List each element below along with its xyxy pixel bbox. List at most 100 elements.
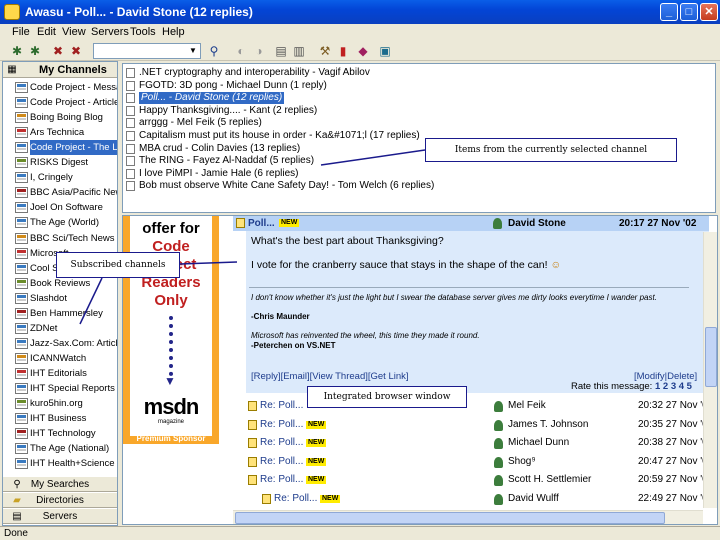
channel-item[interactable]: IHT Technology	[3, 426, 117, 441]
message-icon	[248, 456, 257, 467]
reply-author[interactable]: James T. Johnson	[508, 416, 588, 434]
channel-item[interactable]: I, Cringely	[3, 170, 117, 185]
message-icon	[262, 494, 271, 504]
book-icon[interactable]: ◆	[356, 44, 370, 58]
unsubscribe-icon[interactable]: ✖	[51, 44, 65, 58]
close-button[interactable]: ✕	[700, 3, 718, 21]
channel-item[interactable]: Boing Boing Blog	[3, 110, 117, 125]
channel-item[interactable]: RISKS Digest	[3, 155, 117, 170]
menu-edit[interactable]: Edit	[37, 26, 56, 38]
back-icon[interactable]: ◐	[234, 44, 248, 58]
reply-author[interactable]: Mel Feik	[508, 397, 546, 415]
vertical-scroll-thumb[interactable]	[705, 327, 717, 387]
search-icon[interactable]: ⚲	[207, 44, 221, 58]
channel-item[interactable]: Slashdot	[3, 291, 117, 306]
ad-line-only: Only	[154, 292, 188, 309]
channel-panel-header: ▦ My Channels	[3, 62, 117, 78]
channel-item[interactable]: Jazz-Sax.Com: Articles	[3, 336, 117, 351]
menu-help[interactable]: Help	[162, 26, 185, 38]
my-searches-button[interactable]: ⚲ My Searches	[3, 476, 117, 492]
reply-row[interactable]: Re: Poll... NEW Scott H. Settlemier 20:59 2…	[246, 471, 713, 489]
exit-icon[interactable]: ▣	[378, 44, 392, 58]
channel-item[interactable]: IHT Health+Science	[3, 456, 117, 471]
post-question: What's the best part about Thanksgiving?	[251, 235, 444, 247]
channel-label: BBC Asia/Pacific News	[30, 187, 117, 199]
channel-feed-icon	[15, 322, 28, 334]
callout-items: Items from the currently selected channe…	[425, 138, 677, 162]
delete-channel-icon[interactable]: ✖	[69, 44, 83, 58]
window-title: Awasu - Poll... - David Stone (12 replie…	[25, 5, 253, 19]
reply-subject[interactable]: Re: Poll...	[260, 434, 303, 452]
servers-button[interactable]: ▤ Servers	[3, 508, 117, 524]
ad-banner[interactable]: offer for Code Project Readers Only ▼ ms…	[123, 216, 219, 444]
channel-item[interactable]: ICANNWatch	[3, 351, 117, 366]
rate-line: Rate this message: 1 2 3 4 5	[571, 381, 692, 392]
channel-item[interactable]: The Age (World)	[3, 215, 117, 230]
message-icon	[248, 475, 257, 486]
maximize-button[interactable]: □	[680, 3, 698, 21]
reply-row[interactable]: Re: Poll... NEW James T. Johnson 20:35 27 N…	[246, 416, 713, 434]
reply-subject[interactable]: Re: Poll...	[274, 490, 317, 508]
channel-feed-icon	[15, 398, 28, 410]
reply-author[interactable]: Scott H. Settlemier	[508, 471, 591, 489]
reply-row[interactable]: Re: Poll... NEW Shog⁹ 20:47 27 Nov '02	[246, 453, 713, 471]
post-body: What's the best part about Thanksgiving?…	[246, 231, 709, 393]
channel-item[interactable]: Ars Technica	[3, 125, 117, 140]
reply-author[interactable]: Shog⁹	[508, 453, 536, 471]
horizontal-scrollbar[interactable]	[233, 510, 703, 524]
document-icon	[126, 131, 135, 141]
message-icon	[248, 419, 257, 430]
channel-item[interactable]: The Age (National)	[3, 441, 117, 456]
tools-icon[interactable]: ⚒	[318, 44, 332, 58]
channel-item[interactable]: kuro5hin.org	[3, 396, 117, 411]
status-bar: Done	[0, 526, 720, 540]
new-channel-icon[interactable]: ✱	[10, 44, 24, 58]
menu-tools[interactable]: Tools	[130, 26, 156, 38]
channel-feed-icon	[15, 383, 28, 394]
reply-subject[interactable]: Re: Poll...	[260, 453, 303, 471]
forward-icon[interactable]: ◑	[252, 44, 266, 58]
vertical-scrollbar[interactable]	[703, 232, 717, 508]
reply-author[interactable]: Michael Dunn	[508, 434, 569, 452]
channel-item[interactable]: IHT Editorials	[3, 366, 117, 381]
horizontal-scroll-thumb[interactable]	[235, 512, 665, 524]
reply-subject[interactable]: Re: Poll...	[260, 416, 303, 434]
channel-item[interactable]: IHT Special Reports	[3, 381, 117, 396]
post-author[interactable]: David Stone	[508, 216, 566, 231]
reply-row[interactable]: Re: Poll... NEW Michael Dunn 20:38 27 Nov '…	[246, 434, 713, 452]
subscribe-icon[interactable]: ✱	[28, 44, 42, 58]
reply-subject[interactable]: Re: Poll...	[260, 471, 303, 489]
channel-label: Jazz-Sax.Com: Articles	[30, 337, 117, 349]
channel-item[interactable]: IHT Business	[3, 411, 117, 426]
channel-item[interactable]: BBC Asia/Pacific News	[3, 185, 117, 200]
alert-icon[interactable]: ▮	[336, 44, 350, 58]
menu-view[interactable]: View	[62, 26, 86, 38]
channel-item[interactable]: Joel On Software	[3, 200, 117, 215]
menu-bar: File Edit View Servers Tools Help	[0, 24, 720, 41]
channel-item[interactable]: ZDNet	[3, 321, 117, 336]
channel-combo[interactable]: ▼	[93, 43, 201, 59]
post-action-links[interactable]: [Reply][Email][View Thread][Get Link]	[251, 371, 409, 382]
channel-item[interactable]: Code Project - Articles	[3, 95, 117, 110]
channel-label: The Age (World)	[30, 217, 99, 229]
ad-brand-logo: msdn	[143, 394, 200, 419]
post-subject[interactable]: Poll...	[248, 216, 275, 231]
print-icon[interactable]: ▤	[274, 44, 288, 58]
reply-author[interactable]: David Wulff	[508, 490, 559, 508]
minimize-button[interactable]: _	[660, 3, 678, 21]
person-icon	[494, 494, 503, 505]
rate-values[interactable]: 1 2 3 4 5	[655, 381, 692, 392]
reply-row[interactable]: Re: Poll... NEW David Wulff 22:49 27 Nov '0…	[246, 490, 713, 508]
channel-item[interactable]: Ben Hammersley	[3, 306, 117, 321]
chevron-down-icon[interactable]: ▼	[187, 45, 199, 57]
print-preview-icon[interactable]: ▥	[292, 44, 306, 58]
menu-file[interactable]: File	[12, 26, 30, 38]
channel-item[interactable]: Code Project - The Loun	[3, 140, 117, 156]
channel-item[interactable]: Code Project - Message	[3, 80, 117, 95]
channel-item[interactable]: BBC Sci/Tech News	[3, 231, 117, 246]
menu-servers[interactable]: Servers	[91, 26, 129, 38]
reply-subject[interactable]: Re: Poll...	[260, 397, 303, 415]
directories-button[interactable]: ▰ Directories	[3, 492, 117, 508]
channel-feed-icon	[15, 232, 28, 244]
channel-feed-icon	[15, 97, 28, 109]
